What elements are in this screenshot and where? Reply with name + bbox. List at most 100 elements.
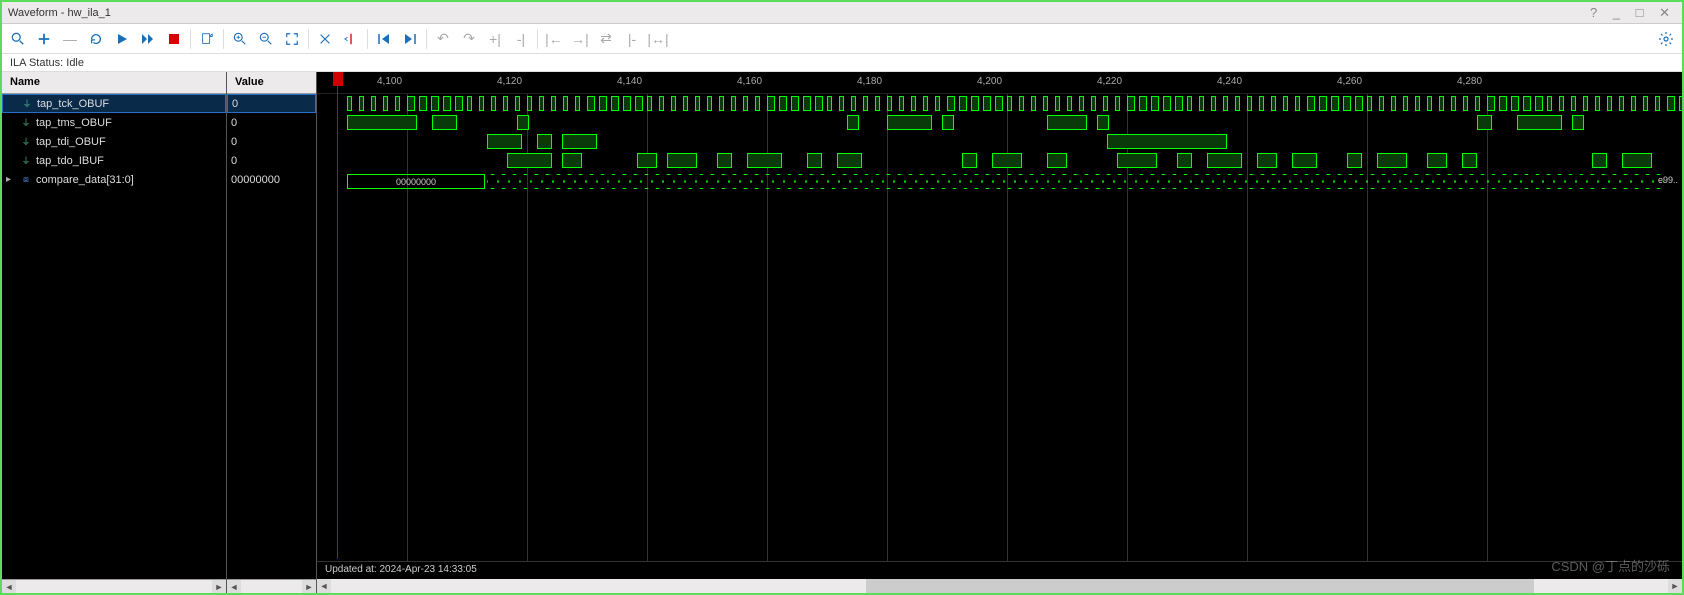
remove-icon[interactable]: —	[58, 27, 82, 51]
zoom-fit-icon[interactable]	[280, 27, 304, 51]
wave-segment	[851, 96, 856, 111]
time-tick: 4,240	[1217, 76, 1242, 87]
run-icon[interactable]	[110, 27, 134, 51]
goto-cursor-icon[interactable]	[313, 27, 337, 51]
time-cursor-line[interactable]	[337, 72, 338, 559]
next-transition-icon[interactable]: ↷	[457, 27, 481, 51]
wave-segment	[1235, 96, 1240, 111]
wave-segment	[1271, 96, 1276, 111]
bus-segment	[1147, 174, 1158, 189]
signal-value-row[interactable]: 0	[227, 113, 316, 132]
prev-transition-icon[interactable]: ↶	[431, 27, 455, 51]
value-scrollbar[interactable]: ◄ ►	[227, 579, 316, 593]
wave-segment	[551, 96, 556, 111]
wave-segment	[1622, 153, 1652, 168]
waveform-row[interactable]	[317, 151, 1682, 170]
wave-segment	[935, 96, 940, 111]
waveform-row[interactable]	[317, 94, 1682, 113]
time-cursor-marker[interactable]	[333, 72, 343, 86]
wave-segment	[1523, 96, 1531, 111]
wave-segment	[659, 96, 664, 111]
bus-segment	[1422, 174, 1433, 189]
wave-segment	[1307, 96, 1315, 111]
export-icon[interactable]	[195, 27, 219, 51]
stop-icon[interactable]	[162, 27, 186, 51]
time-tick: 4,260	[1337, 76, 1362, 87]
settings-icon[interactable]	[1654, 27, 1678, 51]
time-tick: 4,180	[857, 76, 882, 87]
wave-segment	[911, 96, 916, 111]
zoom-out-icon[interactable]	[254, 27, 278, 51]
separator	[537, 29, 538, 49]
goto-time-icon[interactable]	[339, 27, 363, 51]
signal-value-list[interactable]: 000000000000	[227, 94, 316, 579]
wave-segment	[1631, 96, 1636, 111]
waveform-bus-row[interactable]: 00000000e99..	[317, 170, 1682, 189]
bus-segment	[1246, 174, 1257, 189]
remove-marker-icon[interactable]: -|	[509, 27, 533, 51]
time-tick: 4,220	[1097, 76, 1122, 87]
delete-marker-icon[interactable]: |-	[620, 27, 644, 51]
scroll-right-icon[interactable]: ►	[302, 580, 316, 593]
signal-name-row[interactable]: ⏚tap_tms_OBUF	[2, 113, 226, 132]
wave-segment	[635, 96, 643, 111]
signal-type-icon: ⏚	[20, 136, 32, 148]
bus-segment	[1367, 174, 1378, 189]
next-marker-icon[interactable]: →|	[568, 27, 592, 51]
prev-marker-icon[interactable]: |←	[542, 27, 566, 51]
name-scrollbar[interactable]: ◄ ►	[2, 579, 226, 593]
expand-icon[interactable]: ▸	[6, 174, 16, 185]
window-buttons[interactable]: ? _ □ ✕	[1590, 5, 1676, 21]
scroll-track[interactable]	[331, 579, 1668, 593]
signal-name-row[interactable]: ⏚tap_tck_OBUF	[2, 94, 226, 113]
zoom-in-icon[interactable]	[228, 27, 252, 51]
wave-segment	[887, 96, 892, 111]
wave-segment	[791, 96, 799, 111]
wave-segment	[1679, 96, 1682, 111]
swap-marker-icon[interactable]: ⇄	[594, 27, 618, 51]
scroll-right-icon[interactable]: ►	[1668, 579, 1682, 593]
scroll-left-icon[interactable]: ◄	[317, 579, 331, 593]
refresh-icon[interactable]	[84, 27, 108, 51]
wave-segment	[1097, 115, 1109, 130]
wave-segment	[1572, 115, 1584, 130]
signal-name-list[interactable]: ⏚tap_tck_OBUF⏚tap_tms_OBUF⏚tap_tdi_OBUF⏚…	[2, 94, 226, 579]
waveform-body[interactable]: 00000000e99..	[317, 94, 1682, 561]
time-ruler[interactable]: 4,1004,1204,1404,1604,1804,2004,2204,240…	[317, 72, 1682, 94]
bus-segment	[1213, 174, 1224, 189]
prev-edge-icon[interactable]	[372, 27, 396, 51]
wave-segment	[371, 96, 376, 111]
signal-name-row[interactable]: ▸⧈compare_data[31:0]	[2, 170, 226, 189]
time-tick: 4,100	[377, 76, 402, 87]
add-icon[interactable]	[32, 27, 56, 51]
signal-name-row[interactable]: ⏚tap_tdo_IBUF	[2, 151, 226, 170]
run-all-icon[interactable]	[136, 27, 160, 51]
bus-segment	[1609, 174, 1620, 189]
signal-name-row[interactable]: ⏚tap_tdi_OBUF	[2, 132, 226, 151]
separator	[426, 29, 427, 49]
next-edge-icon[interactable]	[398, 27, 422, 51]
bus-segment	[1180, 174, 1191, 189]
bus-segment	[608, 174, 619, 189]
wave-segment	[1223, 96, 1228, 111]
waveform-viewer[interactable]: 4,1004,1204,1404,1604,1804,2004,2204,240…	[317, 72, 1682, 593]
add-marker-icon[interactable]: +|	[483, 27, 507, 51]
wave-segment	[1462, 153, 1477, 168]
waveform-row[interactable]	[317, 132, 1682, 151]
scroll-thumb[interactable]	[866, 579, 1535, 593]
signal-value-text: 0	[232, 98, 238, 110]
signal-value-row[interactable]: 0	[227, 94, 316, 113]
scroll-left-icon[interactable]: ◄	[227, 580, 241, 593]
separator	[190, 29, 191, 49]
scroll-left-icon[interactable]: ◄	[2, 580, 16, 593]
waveform-scrollbar[interactable]: ◄ ►	[317, 579, 1682, 593]
bus-segment	[498, 174, 509, 189]
search-icon[interactable]	[6, 27, 30, 51]
signal-value-row[interactable]: 0	[227, 151, 316, 170]
scroll-right-icon[interactable]: ►	[212, 580, 226, 593]
clear-markers-icon[interactable]: |↔|	[646, 27, 670, 51]
wave-segment	[1451, 96, 1456, 111]
signal-value-row[interactable]: 0	[227, 132, 316, 151]
waveform-row[interactable]	[317, 113, 1682, 132]
signal-value-row[interactable]: 00000000	[227, 170, 316, 189]
